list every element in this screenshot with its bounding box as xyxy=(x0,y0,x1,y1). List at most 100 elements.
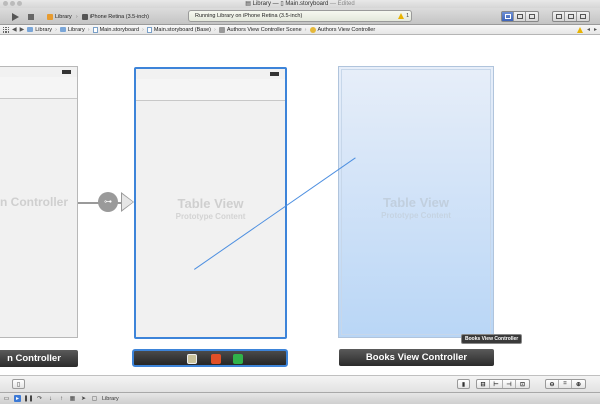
align-icon: ⊟ xyxy=(480,381,486,388)
table-view-placeholder-title: Table View xyxy=(177,196,244,211)
window-controls[interactable] xyxy=(3,1,22,6)
forward-arrow-icon[interactable]: ▶ xyxy=(20,26,25,33)
segue-arrow-icon xyxy=(122,194,133,210)
device-name: iPhone Retina (3.5-inch) xyxy=(89,13,149,20)
debug-bar: ▭ ▸ ❚❚ ↷ ↓ ↑ ▦ ➤ ▢ Library xyxy=(0,392,600,404)
location-icon[interactable]: ➤ xyxy=(80,395,87,402)
step-over-icon[interactable]: ↷ xyxy=(36,395,43,402)
assistant-editor-icon xyxy=(516,14,523,19)
navigation-bar[interactable] xyxy=(0,77,77,99)
scene-label-navigation-controller[interactable]: n Controller xyxy=(0,350,78,367)
version-editor-button[interactable] xyxy=(526,12,538,21)
zoom-window-button[interactable] xyxy=(17,1,22,6)
table-view-placeholder-title: Table View xyxy=(383,195,449,210)
zoom-controls[interactable]: ⊖ = ⊕ xyxy=(545,379,586,389)
breadcrumb-chevron-icon: › xyxy=(87,26,90,33)
previous-issue-icon[interactable]: ◂ xyxy=(587,26,590,33)
scene-label-books-view-controller[interactable]: Books View Controller xyxy=(339,349,494,366)
breadcrumb-item-scene[interactable]: Authors View Controller Scene xyxy=(227,27,302,33)
assistant-editor-button[interactable] xyxy=(514,12,526,21)
run-button[interactable] xyxy=(10,11,20,22)
pin-icon: ⊢ xyxy=(493,381,499,388)
utilities-toggle-button[interactable] xyxy=(577,12,589,21)
zoom-in-button[interactable]: ⊕ xyxy=(572,380,585,388)
navigator-panel-icon xyxy=(555,14,562,19)
step-out-icon[interactable]: ↑ xyxy=(58,395,65,402)
view-controller-icon xyxy=(309,26,316,33)
debug-target-name: Library xyxy=(102,395,119,402)
canvas-bottom-bar: ▯ ▮ ⊟ ⊢ ⊣ ⊡ ⊖ = ⊕ xyxy=(0,375,600,392)
next-issue-icon[interactable]: ▸ xyxy=(594,26,597,33)
breadcrumb-item-view-controller[interactable]: Authors View Controller xyxy=(318,27,376,33)
target-app-icon: ▢ xyxy=(91,396,98,402)
breadcrumb-item-storyboard-base[interactable]: Main.storyboard (Base) xyxy=(154,27,211,33)
view-controller-cube-icon[interactable] xyxy=(211,354,221,364)
stop-button[interactable] xyxy=(26,11,36,22)
form-factor-button[interactable]: ▮ xyxy=(457,379,470,389)
exit-icon[interactable] xyxy=(233,354,243,364)
resizing-behavior-button[interactable]: ⊡ xyxy=(516,380,529,388)
back-arrow-icon[interactable]: ◀ xyxy=(12,26,17,33)
books-view-controller-scene[interactable]: Table View Prototype Content xyxy=(338,66,494,338)
battery-icon xyxy=(62,70,71,74)
storyboard-canvas[interactable]: n Controller n Controller ⊶ Table View P… xyxy=(0,36,600,375)
status-bar xyxy=(136,69,285,79)
navigation-controller-scene[interactable]: n Controller xyxy=(0,66,78,338)
scene-icon xyxy=(218,26,225,33)
relationship-segue-icon[interactable]: ⊶ xyxy=(98,192,118,212)
navigator-toggle-button[interactable] xyxy=(553,12,565,21)
zoom-in-icon: ⊕ xyxy=(575,381,582,388)
warning-icon[interactable] xyxy=(398,13,404,19)
zoom-fit-button[interactable]: = xyxy=(559,380,572,388)
resize-icon: ⊡ xyxy=(519,381,526,388)
zoom-fit-icon: = xyxy=(563,381,567,387)
storyboard-icon xyxy=(92,26,98,33)
first-responder-icon[interactable] xyxy=(187,354,197,364)
scene-placeholder-title: n Controller xyxy=(0,195,68,209)
breadcrumb-item-storyboard[interactable]: Main.storyboard xyxy=(100,27,139,33)
resolve-icon: ⊣ xyxy=(506,381,512,388)
pause-icon[interactable]: ❚❚ xyxy=(23,395,33,402)
breadcrumb-chevron-icon: › xyxy=(214,26,216,33)
debug-panel-icon xyxy=(567,14,574,19)
scheme-selector[interactable]: Library › iPhone Retina (3.5-inch) xyxy=(47,12,149,21)
scene-dock[interactable] xyxy=(132,349,288,367)
step-into-icon[interactable]: ↓ xyxy=(47,395,54,402)
debug-area-toggle-button[interactable] xyxy=(565,12,577,21)
related-items-icon[interactable] xyxy=(3,26,9,33)
breadcrumb: Library › Library › Main.storyboard › Ma… xyxy=(27,26,376,33)
resolve-issues-button[interactable]: ⊣ xyxy=(503,380,516,388)
document-outline-toggle-button[interactable]: ▯ xyxy=(12,379,25,389)
jump-bar: ◀ ▶ Library › Library › Main.storyboard … xyxy=(0,25,600,35)
storyboard-base-icon xyxy=(146,26,152,33)
autolayout-controls[interactable]: ⊟ ⊢ ⊣ ⊡ xyxy=(476,379,530,389)
breakpoints-toggle-icon[interactable]: ▸ xyxy=(14,395,21,402)
breadcrumb-item-group[interactable]: Library xyxy=(68,27,85,33)
standard-editor-icon xyxy=(504,14,511,19)
view-toggle-segmented[interactable] xyxy=(552,11,590,22)
editor-mode-segmented[interactable] xyxy=(501,11,539,22)
navigation-bar[interactable] xyxy=(136,79,285,101)
main-toolbar: Library › iPhone Retina (3.5-inch) Runni… xyxy=(0,8,600,25)
align-button[interactable]: ⊟ xyxy=(477,380,490,388)
breadcrumb-item-project[interactable]: Library xyxy=(35,27,52,33)
iphone-icon: ▮ xyxy=(461,381,466,388)
battery-icon xyxy=(270,72,279,76)
pin-button[interactable]: ⊢ xyxy=(490,380,503,388)
breadcrumb-chevron-icon: › xyxy=(142,26,144,33)
hide-debug-area-icon[interactable]: ▭ xyxy=(3,395,10,402)
utilities-panel-icon xyxy=(580,14,586,19)
scheme-separator-icon: › xyxy=(75,13,78,20)
breadcrumb-chevron-icon: › xyxy=(304,26,307,33)
project-icon: ▤ xyxy=(245,1,251,7)
authors-view-controller-scene[interactable]: Table View Prototype Content xyxy=(134,67,287,339)
close-window-button[interactable] xyxy=(3,1,8,6)
minimize-window-button[interactable] xyxy=(10,1,15,6)
table-view-placeholder-subtitle: Prototype Content xyxy=(175,212,246,221)
standard-editor-button[interactable] xyxy=(502,12,514,21)
activity-viewer[interactable]: Running Library on iPhone Retina (3.5-in… xyxy=(188,10,412,22)
issue-warning-icon[interactable] xyxy=(576,27,583,33)
version-editor-icon xyxy=(529,14,535,19)
view-debug-icon[interactable]: ▦ xyxy=(69,395,76,402)
zoom-out-button[interactable]: ⊖ xyxy=(546,380,559,388)
